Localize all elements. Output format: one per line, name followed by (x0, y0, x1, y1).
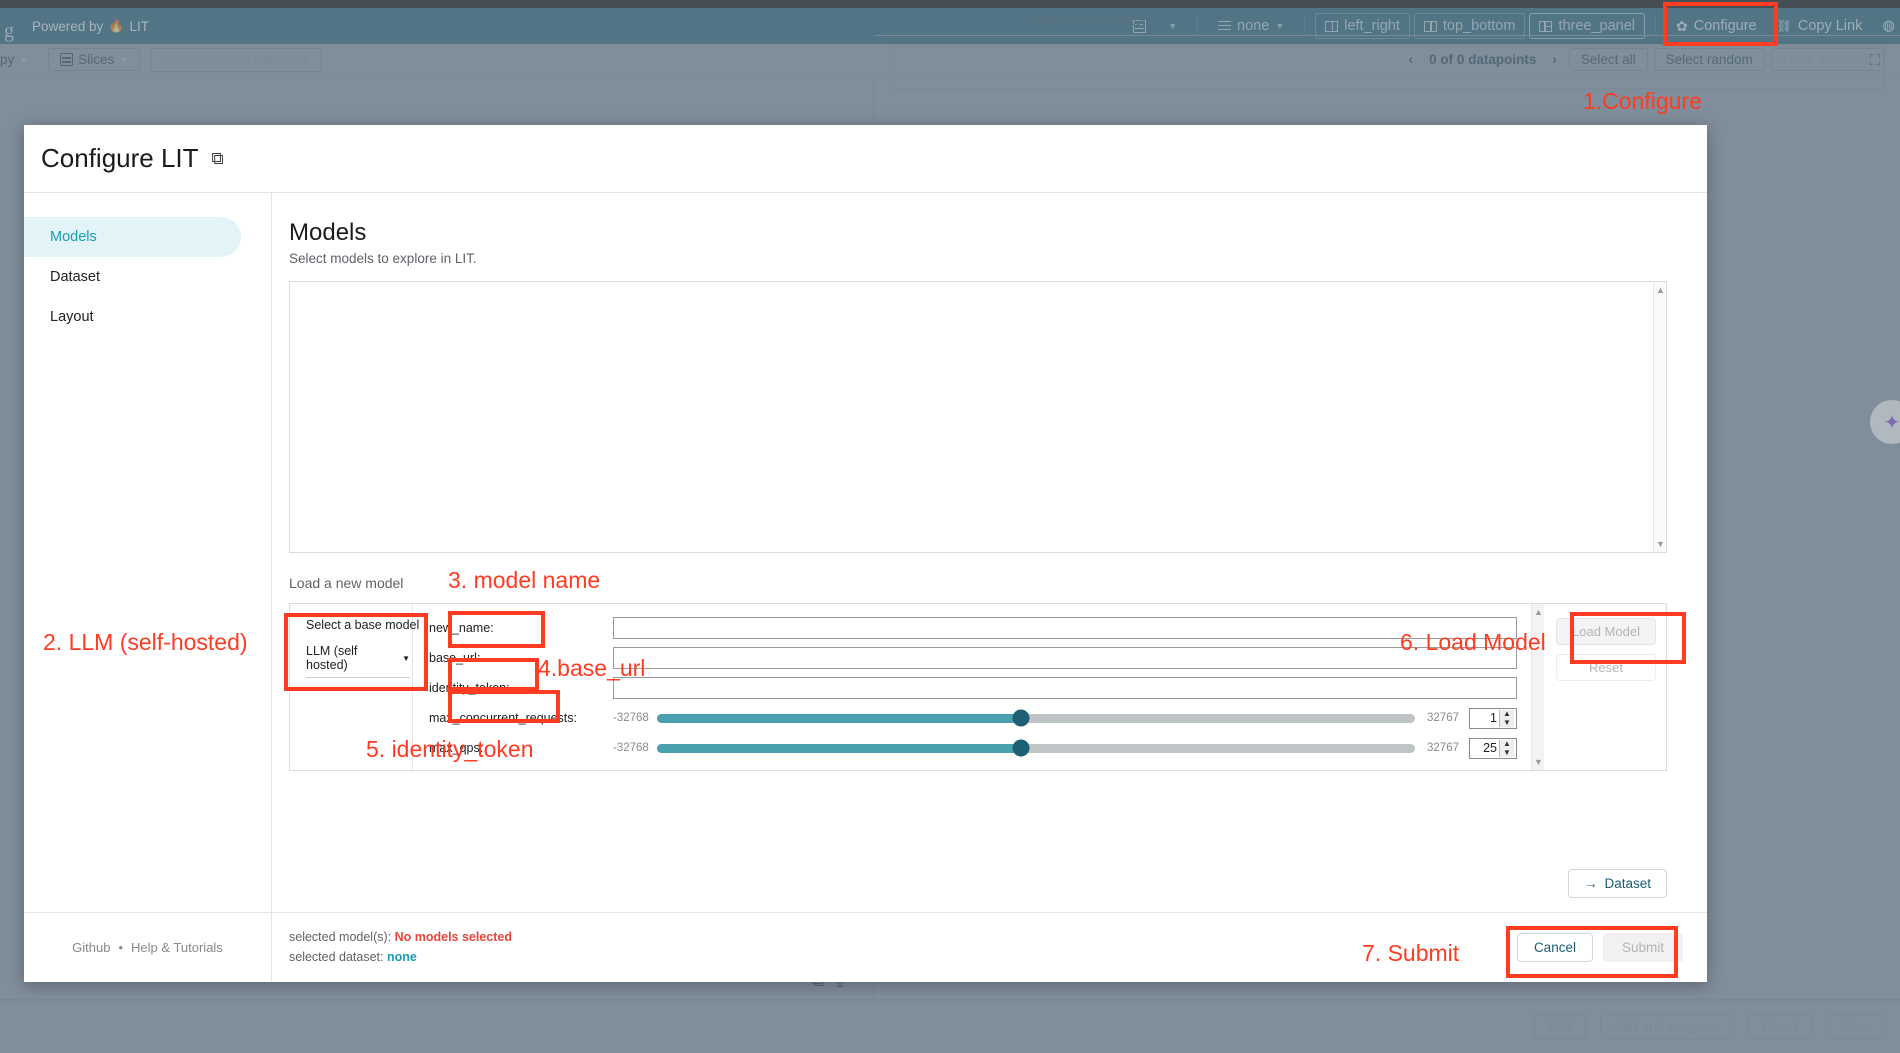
dialog-body: Models Dataset Layout Models Select mode… (24, 193, 1707, 912)
field-row-max-qps: max_qps: -32768 32767 25 ▲▼ (413, 734, 1527, 762)
footer-links: Github • Help & Tutorials (24, 913, 272, 982)
selected-dataset-value: none (387, 950, 417, 964)
annotation-2: 2. LLM (self-hosted) (43, 629, 248, 656)
sidebar-item-layout[interactable]: Layout (24, 297, 241, 337)
loader-actions: Load Model Reset (1544, 604, 1666, 770)
selected-dataset-label: selected dataset: (289, 950, 384, 964)
max-concurrent-requests-number[interactable]: 1 ▲▼ (1469, 708, 1517, 729)
slider-knob[interactable] (1012, 740, 1029, 757)
scroll-down-icon[interactable]: ▼ (1534, 757, 1543, 767)
max-qps-number[interactable]: 25 ▲▼ (1469, 738, 1517, 759)
footer-dot: • (118, 940, 123, 955)
github-link[interactable]: Github (72, 940, 110, 955)
scroll-up-icon[interactable]: ▲ (1656, 285, 1665, 295)
dialog-sidebar: Models Dataset Layout (24, 193, 272, 912)
max-concurrent-requests-label: max_concurrent_requests: (413, 711, 613, 725)
max-concurrent-requests-value: 1 (1490, 711, 1497, 725)
scroll-up-icon[interactable]: ▲ (1534, 607, 1543, 617)
max-qps-min: -32768 (613, 742, 657, 754)
base-model-value: LLM (self hosted) (306, 644, 402, 672)
new-name-input[interactable] (613, 617, 1517, 639)
dialog-main: Models Select models to explore in LIT. … (272, 193, 1707, 912)
annotation-6: 6. Load Model (1400, 629, 1546, 656)
field-row-new-name: new_name: (413, 614, 1527, 642)
dialog-header: Configure LIT ⧉ (24, 125, 1707, 193)
dialog-actions: Cancel Submit (1517, 933, 1707, 962)
reset-model-button[interactable]: Reset (1556, 654, 1656, 681)
max-concurrent-requests-max: 32767 (1415, 712, 1459, 724)
max-concurrent-requests-slider[interactable] (657, 714, 1415, 723)
identity-token-input[interactable] (613, 677, 1517, 699)
annotation-1: 1.Configure (1583, 88, 1702, 115)
chevron-down-icon: ▼ (402, 654, 410, 663)
annotation-5: 5. identity_token (366, 736, 534, 763)
identity-token-label: identity_token: (413, 681, 613, 695)
stepper-icon[interactable]: ▲▼ (1499, 710, 1514, 727)
selected-models-value: No models selected (395, 930, 512, 944)
next-dataset-button[interactable]: → Dataset (1568, 869, 1667, 898)
sidebar-item-dataset[interactable]: Dataset (24, 257, 241, 297)
model-config-fields: new_name: base_url: identity_token: (413, 604, 1527, 770)
base-url-input[interactable] (613, 647, 1517, 669)
max-qps-slider[interactable] (657, 744, 1415, 753)
models-list[interactable]: ▲ ▼ (289, 281, 1667, 553)
selection-status: selected model(s): No models selected se… (272, 928, 1517, 967)
slider-knob[interactable] (1012, 710, 1029, 727)
load-model-button[interactable]: Load Model (1556, 618, 1656, 645)
sidebar-item-models[interactable]: Models (24, 217, 241, 257)
arrow-right-icon: → (1584, 876, 1598, 891)
base-model-label: Select a base model (306, 618, 412, 632)
max-qps-max: 32767 (1415, 742, 1459, 754)
models-list-scrollbar[interactable]: ▲ ▼ (1653, 282, 1666, 552)
help-tutorials-link[interactable]: Help & Tutorials (131, 940, 223, 955)
field-row-max-concurrent-requests: max_concurrent_requests: -32768 32767 1 … (413, 704, 1527, 732)
max-concurrent-requests-min: -32768 (613, 712, 657, 724)
cancel-button[interactable]: Cancel (1517, 933, 1593, 962)
configure-lit-dialog: Configure LIT ⧉ Models Dataset Layout Mo… (24, 125, 1707, 982)
models-subheading: Select models to explore in LIT. (289, 251, 1667, 266)
annotation-4: 4.base_url (538, 655, 645, 682)
base-model-dropdown[interactable]: LLM (self hosted) ▼ (306, 644, 410, 678)
selected-models-label: selected model(s): (289, 930, 391, 944)
scroll-down-icon[interactable]: ▼ (1656, 539, 1665, 549)
models-heading: Models (289, 219, 1667, 247)
page-title: Configure LIT (41, 143, 199, 174)
new-name-label: new_name: (413, 621, 613, 635)
max-qps-value: 25 (1483, 741, 1497, 755)
stepper-icon[interactable]: ▲▼ (1499, 740, 1514, 757)
annotation-7: 7. Submit (1362, 940, 1459, 967)
annotation-3: 3. model name (448, 567, 600, 594)
screen: g Powered by 🔥 LIT ▼ none ▼ (0, 0, 1900, 1053)
next-dataset-label: Dataset (1604, 876, 1651, 891)
open-in-new-icon[interactable]: ⧉ (212, 149, 224, 169)
submit-button[interactable]: Submit (1603, 933, 1683, 962)
